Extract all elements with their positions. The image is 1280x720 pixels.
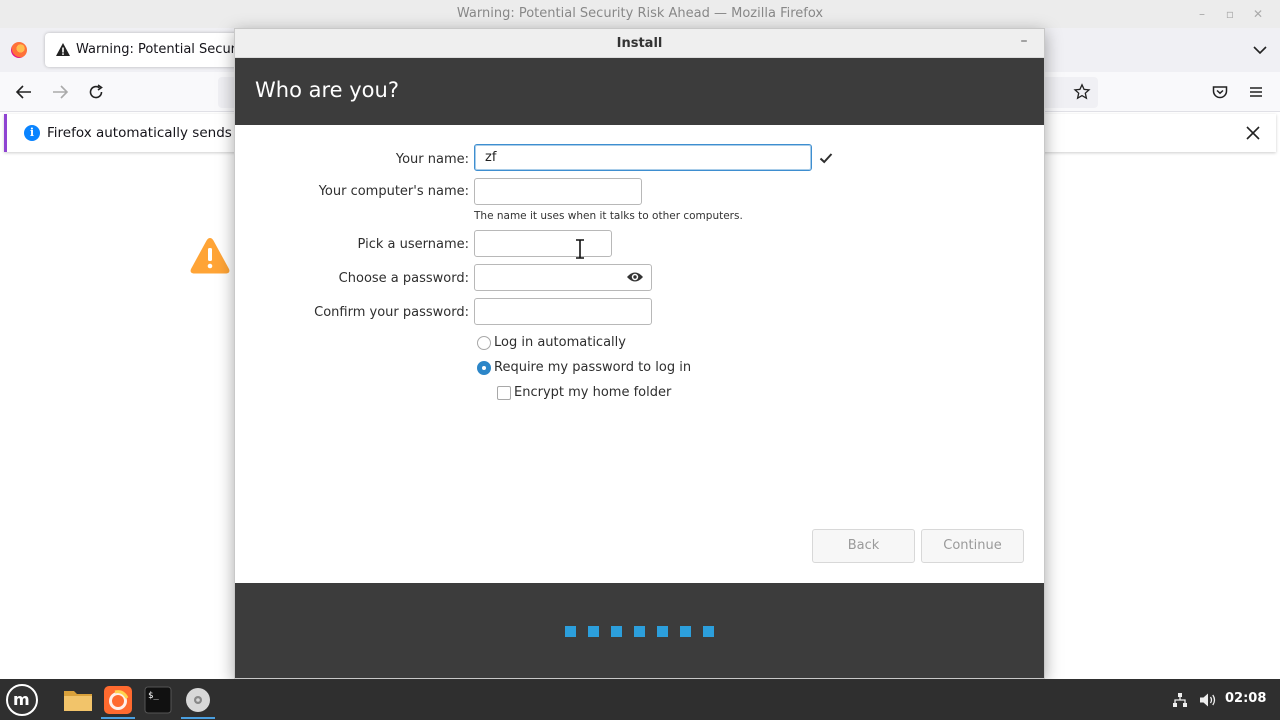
terminal-app-button[interactable]: $_ [141,683,175,717]
name-field[interactable] [474,144,812,171]
back-arrow-icon[interactable] [15,83,33,101]
chevron-down-icon[interactable] [1250,40,1270,60]
continue-button[interactable]: Continue [921,529,1024,563]
close-icon[interactable]: ✕ [1250,6,1266,22]
mint-menu-button[interactable]: m [6,684,38,716]
progress-dot [634,626,645,637]
progress-dot [565,626,576,637]
volume-icon[interactable] [1199,692,1217,708]
text-cursor-icon [576,239,584,259]
password-label: Choose a password: [338,271,469,286]
hamburger-menu-icon[interactable] [1247,83,1265,101]
page-title: Who are you? [255,78,399,102]
eye-icon[interactable] [626,270,644,284]
encrypt-home-label[interactable]: Encrypt my home folder [514,385,671,400]
computer-name-field[interactable] [474,178,642,205]
folder-icon [64,691,92,711]
minimize-icon[interactable]: – [1015,34,1033,52]
username-field[interactable] [474,230,612,257]
checkmark-icon [819,153,833,164]
mint-logo-icon: m [13,690,30,709]
firefox-icon[interactable] [11,42,27,58]
back-button[interactable]: Back [812,529,915,563]
auto-login-radio[interactable] [477,336,491,350]
computer-name-label: Your computer's name: [318,184,469,199]
bookmark-star-icon[interactable] [1073,83,1091,101]
active-indicator [101,717,135,719]
confirm-password-label: Confirm your password: [314,305,469,320]
warning-icon [56,43,70,56]
reload-icon[interactable] [87,83,105,101]
taskbar: m $_ 02:08 [0,679,1280,720]
disc-icon [186,688,210,712]
require-password-radio[interactable] [477,361,491,375]
install-form: Your name: Your computer's name: The nam… [235,125,1044,583]
clock[interactable]: 02:08 [1225,691,1266,706]
pocket-icon[interactable] [1211,83,1229,101]
firefox-window-title: Warning: Potential Security Risk Ahead —… [456,6,824,21]
svg-text:$_: $_ [148,691,159,701]
forward-arrow-icon[interactable] [51,83,69,101]
firefox-titlebar: Warning: Potential Security Risk Ahead —… [0,0,1280,28]
install-titlebar: Install – [235,29,1044,58]
close-icon[interactable] [1244,124,1262,142]
computer-name-hint: The name it uses when it talks to other … [474,210,743,222]
terminal-icon: $_ [144,686,172,714]
warning-icon [190,238,230,274]
info-icon: i [24,125,40,141]
tab-label: Warning: Potential Securit [76,42,245,57]
username-label: Pick a username: [357,237,469,252]
require-password-label[interactable]: Require my password to log in [494,360,691,375]
progress-dot [657,626,668,637]
install-progress-footer [235,583,1044,678]
minimize-icon[interactable]: – [1194,6,1210,22]
notification-text: Firefox automatically sends som [47,125,265,141]
active-indicator [181,717,215,719]
progress-dot [703,626,714,637]
name-label: Your name: [395,152,469,167]
progress-dot [611,626,622,637]
maximize-icon[interactable]: ▫ [1222,6,1238,22]
progress-dot [680,626,691,637]
installer-app-button[interactable] [181,683,215,719]
files-app-button[interactable] [61,683,95,717]
install-dialog: Install – Who are you? Your name: Your c… [234,28,1045,679]
auto-login-label[interactable]: Log in automatically [494,335,626,350]
firefox-icon [104,686,132,714]
confirm-password-field[interactable] [474,298,652,325]
install-header: Who are you? [235,58,1044,125]
network-icon[interactable] [1172,692,1188,708]
progress-dot [588,626,599,637]
install-window-title: Install [616,36,663,51]
firefox-app-button[interactable] [101,683,135,719]
encrypt-home-checkbox[interactable] [497,386,511,400]
